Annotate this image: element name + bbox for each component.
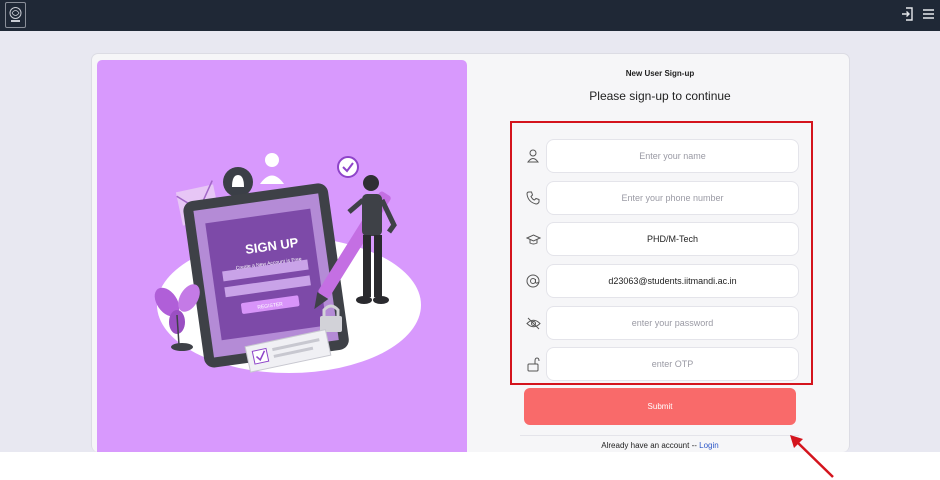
- top-navbar: [0, 0, 940, 31]
- password-input[interactable]: [546, 306, 799, 340]
- otp-input[interactable]: [546, 347, 799, 381]
- otp-row: [520, 347, 799, 381]
- form-subtitle: New User Sign-up: [625, 69, 695, 78]
- user-icon: [520, 139, 546, 173]
- hamburger-menu-icon[interactable]: [923, 9, 934, 19]
- form-headline: Please sign-up to continue: [589, 89, 731, 103]
- email-row: [520, 264, 799, 298]
- at-sign-icon: [520, 264, 546, 298]
- phone-input[interactable]: [546, 181, 799, 215]
- login-prompt: Already have an account -- Login: [540, 441, 780, 450]
- program-select[interactable]: [546, 222, 799, 256]
- name-row: [520, 139, 799, 173]
- phone-row: [520, 181, 799, 215]
- signup-illustration: SIGN UP Create a New Account is Free REG…: [97, 60, 467, 452]
- login-prompt-text: Already have an account --: [601, 441, 697, 450]
- form-divider: [520, 435, 799, 436]
- annotation-arrow-icon: [790, 435, 834, 478]
- phone-icon: [520, 181, 546, 215]
- email-input[interactable]: [546, 264, 799, 298]
- graduation-cap-icon: [520, 222, 546, 256]
- login-link[interactable]: Login: [699, 441, 719, 450]
- submit-button[interactable]: Submit: [524, 388, 796, 425]
- name-input[interactable]: [546, 139, 799, 173]
- check-bubble-icon: [337, 156, 359, 178]
- sign-in-icon[interactable]: [901, 7, 913, 21]
- password-row: [520, 306, 799, 340]
- institute-logo-icon[interactable]: [5, 2, 26, 28]
- user-icon: [260, 153, 284, 184]
- program-row: [520, 222, 799, 256]
- unlock-icon: [520, 347, 546, 381]
- eye-slash-icon[interactable]: [520, 306, 546, 340]
